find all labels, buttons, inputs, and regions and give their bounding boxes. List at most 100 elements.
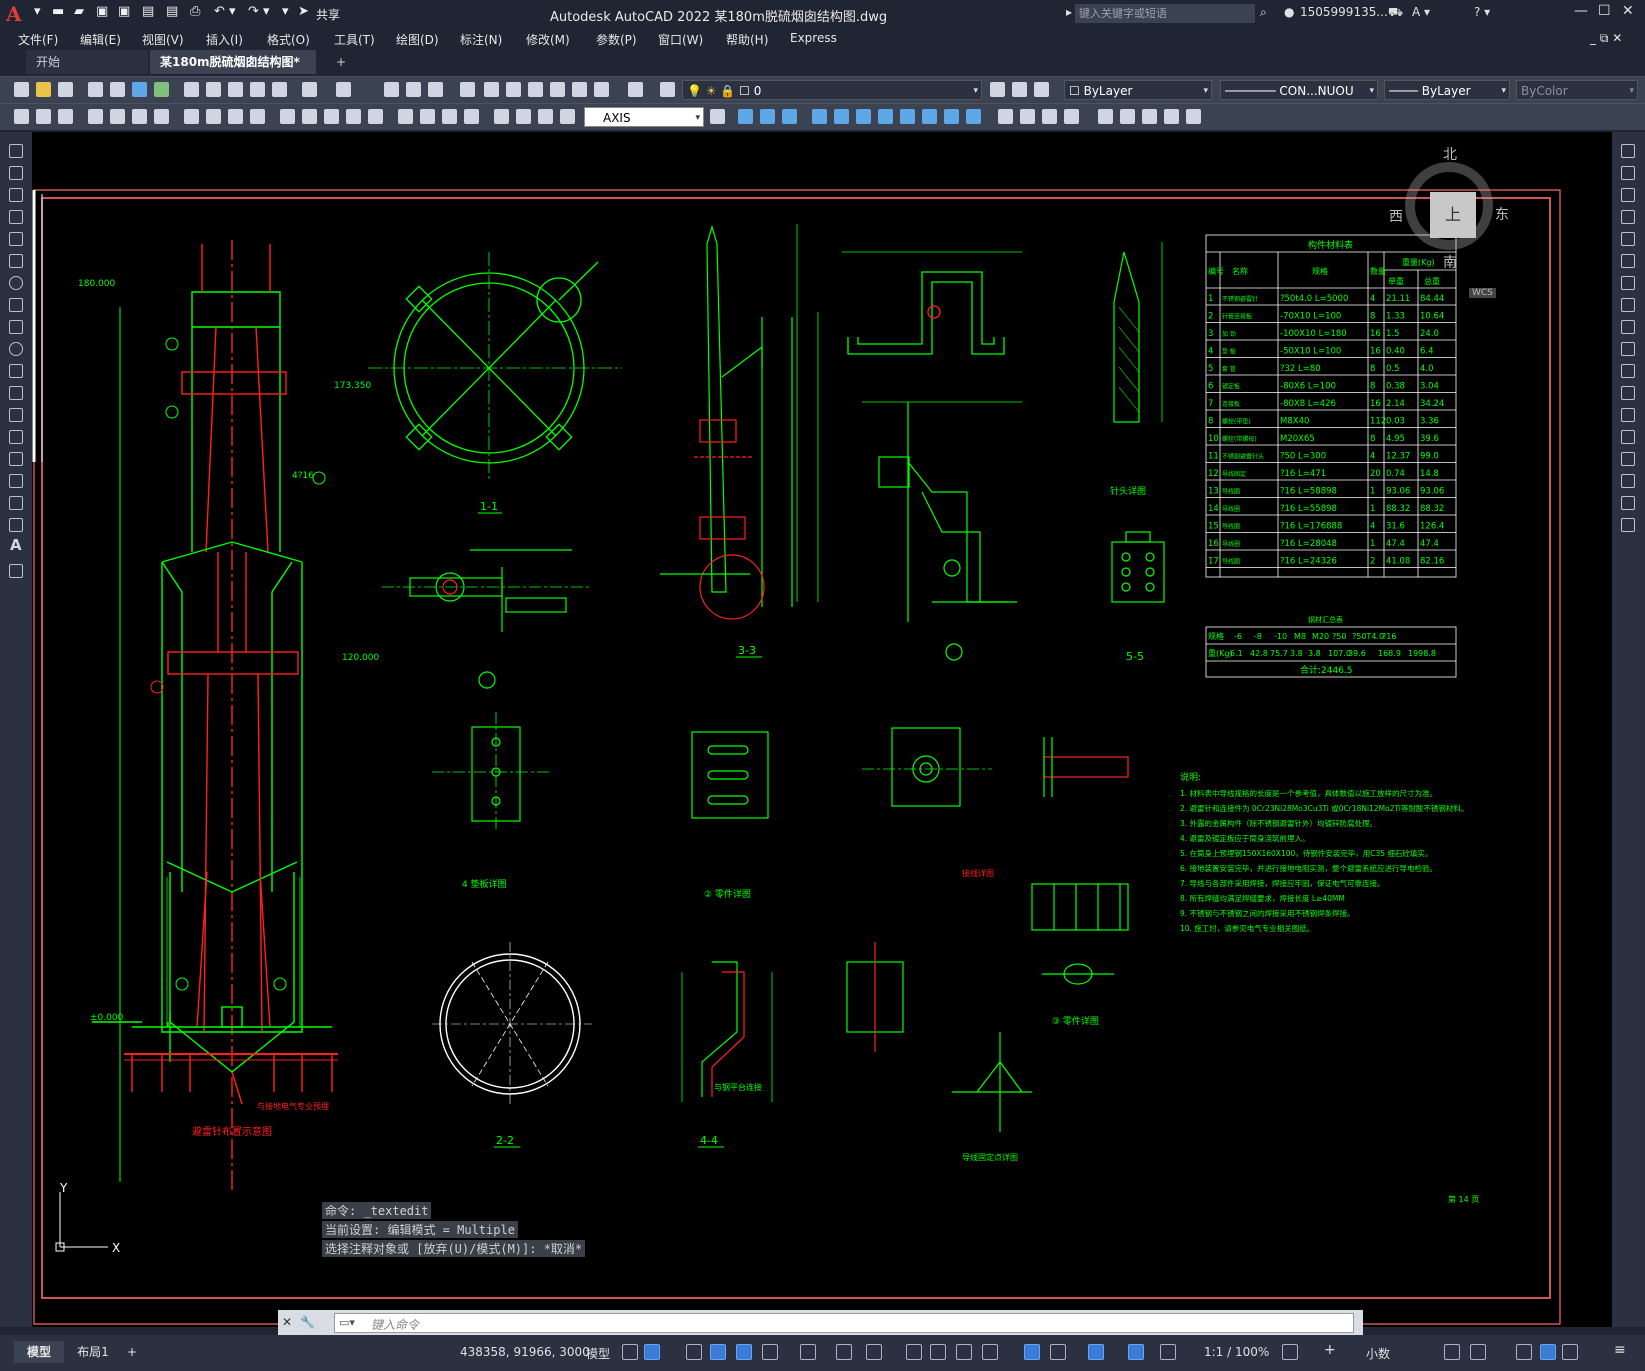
layer-previous-icon[interactable] xyxy=(1012,82,1027,97)
tab-model[interactable]: 模型 xyxy=(14,1341,64,1363)
blend-icon[interactable] xyxy=(1621,496,1635,510)
view-top-icon[interactable] xyxy=(1020,109,1035,124)
isodraft-icon[interactable] xyxy=(800,1344,816,1360)
dim-break-icon[interactable] xyxy=(302,109,317,124)
array-icon[interactable] xyxy=(1621,232,1635,246)
quick-properties-icon[interactable] xyxy=(1444,1344,1460,1360)
extend-icon[interactable] xyxy=(1621,364,1635,378)
layer-combo[interactable]: 💡 ☀ 🔒 ☐ 0 ▾ xyxy=(682,80,982,100)
annotation-visibility-icon[interactable] xyxy=(1128,1344,1144,1360)
arc-icon[interactable] xyxy=(9,254,23,268)
lineweight-icon[interactable] xyxy=(906,1344,922,1360)
move-icon[interactable] xyxy=(1621,254,1635,268)
lock-ui-icon[interactable] xyxy=(1470,1344,1486,1360)
fillet-icon[interactable] xyxy=(1621,474,1635,488)
menu-tools[interactable]: 工具(T) xyxy=(334,31,375,48)
annomonitor-icon[interactable]: + xyxy=(1324,1342,1336,1358)
3d-print-icon[interactable] xyxy=(154,82,169,97)
cut-icon[interactable] xyxy=(184,82,199,97)
share-label[interactable]: 共享 xyxy=(316,6,340,23)
tolerance-icon[interactable] xyxy=(324,109,339,124)
polyline-icon[interactable] xyxy=(9,188,23,202)
circle-icon[interactable] xyxy=(9,276,23,290)
open-icon[interactable] xyxy=(36,82,51,97)
properties-icon[interactable] xyxy=(484,82,499,97)
new-file-icon[interactable]: ▬ xyxy=(52,4,64,19)
offset-icon[interactable] xyxy=(1621,210,1635,224)
plot-icon[interactable] xyxy=(88,82,103,97)
zoom-previous-icon[interactable] xyxy=(460,82,475,97)
cmd-close-icon[interactable]: ✕ xyxy=(282,1315,292,1329)
annotations-to-front-icon[interactable] xyxy=(900,109,915,124)
dim-continue-icon[interactable] xyxy=(250,109,265,124)
coordinates[interactable]: 438358, 91966, 3000 xyxy=(460,1345,590,1359)
text-to-front-icon[interactable] xyxy=(834,109,849,124)
group-icon[interactable] xyxy=(944,109,959,124)
grid-icon[interactable] xyxy=(622,1344,638,1360)
construction-line-icon[interactable] xyxy=(9,166,23,180)
menu-draw[interactable]: 绘图(D) xyxy=(396,31,439,48)
draworder-above-icon[interactable] xyxy=(782,109,797,124)
save-web-icon[interactable]: ▤ xyxy=(166,4,178,19)
view-right-icon[interactable] xyxy=(1064,109,1079,124)
save-as-icon[interactable]: ▣ xyxy=(118,4,130,19)
erase-icon[interactable] xyxy=(1621,144,1635,158)
dynamic-input-icon[interactable] xyxy=(710,1344,726,1360)
menu-file[interactable]: 文件(F) xyxy=(18,31,58,48)
line-icon[interactable] xyxy=(9,144,23,158)
qnew-icon[interactable] xyxy=(14,82,29,97)
leaders-to-front-icon[interactable] xyxy=(878,109,893,124)
view-iso-nw-icon[interactable] xyxy=(1164,109,1179,124)
stretch-icon[interactable] xyxy=(1621,320,1635,334)
autocad-logo[interactable]: A xyxy=(6,2,28,26)
dim-update-icon[interactable] xyxy=(464,109,479,124)
polar-icon[interactable] xyxy=(762,1344,778,1360)
dynamic-ucs-icon[interactable] xyxy=(1024,1344,1040,1360)
user-name[interactable]: 1505999135... xyxy=(1300,5,1388,19)
break-point-icon[interactable] xyxy=(1621,386,1635,400)
revcloud-icon[interactable] xyxy=(9,298,23,312)
tab-layout1[interactable]: 布局1 xyxy=(68,1341,118,1363)
dimstyle-combo[interactable]: AXIS ▾ xyxy=(584,107,704,127)
dim-text-edit-icon[interactable] xyxy=(442,109,457,124)
model-space-toggle[interactable]: 模型 xyxy=(586,1345,610,1362)
paste-icon[interactable] xyxy=(228,82,243,97)
spline-icon[interactable] xyxy=(9,320,23,334)
join-icon[interactable] xyxy=(1621,430,1635,444)
explode-icon[interactable] xyxy=(1621,518,1635,532)
undo-icon[interactable]: ↶ ▾ xyxy=(214,4,236,19)
publish-icon[interactable] xyxy=(132,82,147,97)
preview-icon[interactable] xyxy=(110,82,125,97)
dim-linear-icon[interactable] xyxy=(14,109,29,124)
dim-diameter-icon[interactable] xyxy=(154,109,169,124)
view-manager-icon[interactable] xyxy=(1186,109,1201,124)
menu-dimension[interactable]: 标注(N) xyxy=(460,31,502,48)
copy-icon[interactable] xyxy=(206,82,221,97)
view-iso-se-icon[interactable] xyxy=(1120,109,1135,124)
menu-format[interactable]: 格式(O) xyxy=(267,31,310,48)
selection-cycling-icon[interactable] xyxy=(956,1344,972,1360)
ellipse-icon[interactable] xyxy=(9,342,23,356)
osnap-icon[interactable] xyxy=(866,1344,882,1360)
gizmo-icon[interactable] xyxy=(1088,1344,1104,1360)
draworder-front-icon[interactable] xyxy=(738,109,753,124)
autodesk-app-icon[interactable]: A ▾ xyxy=(1412,5,1430,19)
user-icon[interactable]: ● xyxy=(1284,5,1294,19)
block-editor-icon[interactable] xyxy=(272,82,287,97)
draworder-back-icon[interactable] xyxy=(760,109,775,124)
snap-icon[interactable] xyxy=(644,1344,660,1360)
pan-icon[interactable] xyxy=(384,82,399,97)
tab-start[interactable]: 开始 xyxy=(26,50,148,74)
help-toolbar-icon[interactable] xyxy=(628,82,643,97)
break-icon[interactable] xyxy=(1621,408,1635,422)
help-search-input[interactable]: 键入关键字或短语 xyxy=(1075,4,1255,23)
menu-express[interactable]: Express xyxy=(790,31,837,45)
scale-icon[interactable] xyxy=(1621,298,1635,312)
add-selected-icon[interactable] xyxy=(9,564,23,578)
tool-palettes-icon[interactable] xyxy=(528,82,543,97)
menu-modify[interactable]: 修改(M) xyxy=(526,31,570,48)
view-front-icon[interactable] xyxy=(998,109,1013,124)
viewcube-east[interactable]: 东 xyxy=(1495,204,1509,224)
lineweight-combo[interactable]: ──── ByLayer ▾ xyxy=(1384,80,1510,100)
dim-radius-icon[interactable] xyxy=(110,109,125,124)
